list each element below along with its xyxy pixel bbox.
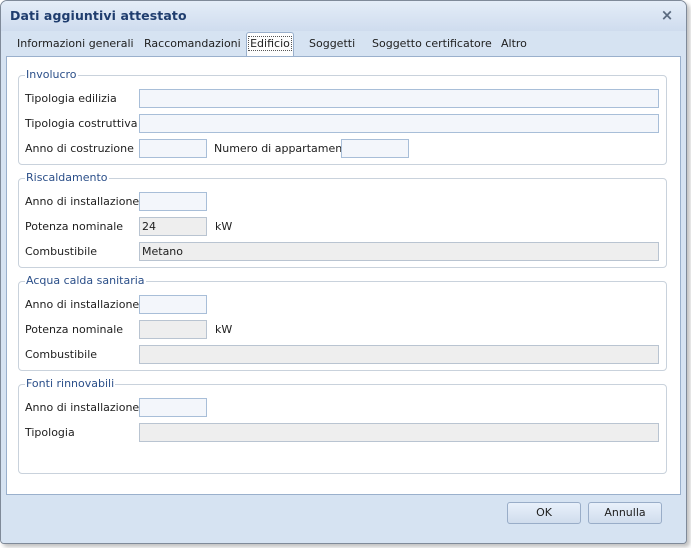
ok-button[interactable]: OK (507, 502, 581, 524)
group-riscaldamento: Riscaldamento Anno di installazione Pote… (18, 171, 667, 268)
tab-soggetto-certificatore[interactable]: Soggetto certificatore (372, 33, 492, 56)
label-numero-appartamenti: Numero di appartamenti (214, 142, 350, 155)
anno-installazione-fonti-field[interactable] (139, 398, 207, 417)
tab-strip: Informazioni generali Raccomandazioni Ed… (7, 32, 680, 57)
combustibile-risc-field[interactable]: Metano (139, 242, 659, 261)
tab-soggetti[interactable]: Soggetti (309, 33, 355, 56)
anno-costruzione-field[interactable] (139, 139, 207, 158)
close-icon[interactable]: × (660, 7, 674, 23)
numero-appartamenti-field[interactable] (341, 139, 409, 158)
tipologia-costruttiva-field[interactable] (139, 114, 659, 133)
cancel-button[interactable]: Annulla (588, 502, 662, 524)
tab-panel-edificio: Involucro Tipologia edilizia Tipologia c… (6, 56, 681, 495)
window-title: Dati aggiuntivi attestato (10, 8, 187, 23)
unit-kw-risc: kW (215, 220, 233, 233)
group-title-involucro: Involucro (25, 68, 78, 81)
group-involucro: Involucro Tipologia edilizia Tipologia c… (18, 68, 667, 165)
title-bar[interactable]: Dati aggiuntivi attestato × (1, 1, 686, 31)
tab-altro[interactable]: Altro (501, 33, 527, 56)
tipologia-edilizia-field[interactable] (139, 89, 659, 108)
tab-raccomandazioni[interactable]: Raccomandazioni (144, 33, 241, 56)
tipologia-fonti-field[interactable] (139, 423, 659, 442)
label-anno-installazione-fonti: Anno di installazione (25, 401, 140, 414)
dialog-window: Dati aggiuntivi attestato × Informazioni… (0, 0, 687, 544)
unit-kw-acs: kW (215, 323, 233, 336)
group-title-fonti-rinnovabili: Fonti rinnovabili (25, 377, 116, 390)
label-potenza-nominale-acs: Potenza nominale (25, 323, 124, 336)
label-tipologia-edilizia: Tipologia edilizia (25, 92, 117, 105)
combustibile-acs-field[interactable] (139, 345, 659, 364)
anno-installazione-risc-field[interactable] (139, 192, 207, 211)
label-combustibile-risc: Combustibile (25, 245, 98, 258)
label-anno-installazione-acs: Anno di installazione (25, 298, 140, 311)
group-title-riscaldamento: Riscaldamento (25, 171, 109, 184)
group-fonti-rinnovabili: Fonti rinnovabili Anno di installazione … (18, 377, 667, 474)
label-potenza-nominale-risc: Potenza nominale (25, 220, 124, 233)
tab-edificio[interactable]: Edificio (246, 32, 294, 57)
label-anno-costruzione: Anno di costruzione (25, 142, 134, 155)
anno-installazione-acs-field[interactable] (139, 295, 207, 314)
group-title-acqua-calda: Acqua calda sanitaria (25, 274, 146, 287)
label-tipologia-fonti: Tipologia (25, 426, 75, 439)
group-acqua-calda: Acqua calda sanitaria Anno di installazi… (18, 274, 667, 371)
label-anno-installazione-risc: Anno di installazione (25, 195, 140, 208)
tab-informazioni-generali[interactable]: Informazioni generali (17, 33, 134, 56)
label-tipologia-costruttiva: Tipologia costruttiva (25, 117, 138, 130)
label-combustibile-acs: Combustibile (25, 348, 98, 361)
potenza-nominale-risc-field[interactable]: 24 (139, 217, 207, 236)
potenza-nominale-acs-field[interactable] (139, 320, 207, 339)
dialog-footer: OK Annulla (1, 495, 686, 543)
